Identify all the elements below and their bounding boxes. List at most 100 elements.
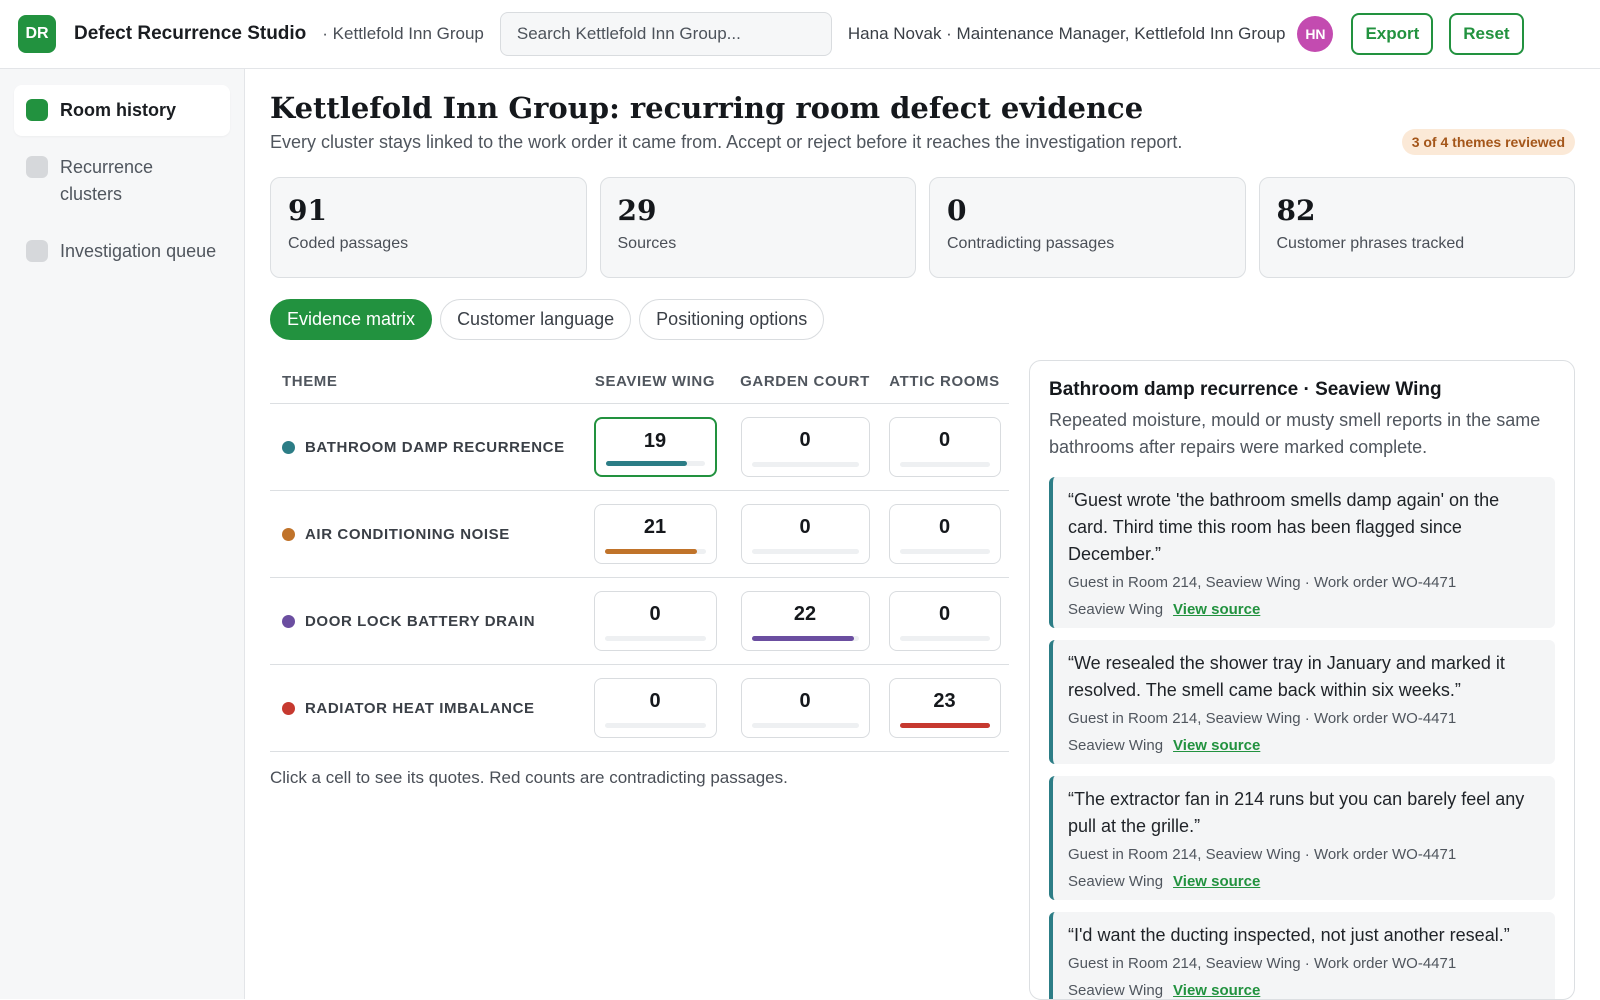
cell-count: 0	[799, 429, 811, 451]
matrix-row: RADIATOR HEAT IMBALANCE 0 0 23	[270, 665, 1009, 752]
nav-square-icon	[26, 156, 48, 178]
sidebar-item-room-history[interactable]: Room history	[14, 85, 230, 136]
theme-color-dot-icon	[282, 527, 295, 541]
cell-bar-track	[604, 636, 706, 641]
cell-count: 21	[643, 516, 667, 538]
cell-bar-track	[751, 462, 859, 467]
theme-name: RADIATOR HEAT IMBALANCE	[305, 699, 535, 717]
quote-card: “I'd want the ducting inspected, not jus…	[1049, 912, 1555, 999]
tab-customer-language[interactable]: Customer language	[440, 299, 632, 340]
quote-footer: Seaview Wing View source	[1068, 873, 1539, 890]
quote-footer: Seaview Wing View source	[1068, 982, 1539, 999]
detail-title: Bathroom damp recurrence · Seaview Wing	[1049, 379, 1442, 400]
matrix-cell[interactable]: 0	[888, 504, 1001, 564]
stat-label: Contradicting passages	[947, 235, 1115, 252]
matrix-cell[interactable]: 19	[593, 417, 717, 477]
export-button[interactable]: Export	[1351, 13, 1434, 55]
matrix-cell[interactable]: 0	[593, 678, 717, 738]
view-source-link[interactable]: View source	[1173, 601, 1260, 618]
quote-text: “The extractor fan in 214 runs but you c…	[1068, 789, 1525, 836]
matrix-header-row: THEME SEAVIEW WING GARDEN COURT ATTIC RO…	[270, 360, 1009, 404]
stat-value: 91	[288, 194, 327, 227]
search-input[interactable]	[499, 12, 832, 56]
column-header-seaview-wing: SEAVIEW WING	[594, 373, 716, 390]
cell-bar-track	[751, 636, 859, 641]
matrix-cell[interactable]: 22	[740, 591, 870, 651]
cell-bar-track	[605, 461, 705, 466]
stat-label: Coded passages	[288, 235, 409, 252]
top-bar: DR Defect Recurrence Studio · Kettlefold…	[0, 0, 1600, 69]
matrix-cell[interactable]: 0	[888, 417, 1001, 477]
theme-name: BATHROOM DAMP RECURRENCE	[305, 438, 565, 456]
nav-square-icon	[26, 99, 48, 121]
stat-card-contradicting-passages: 0 Contradicting passages	[929, 177, 1246, 278]
matrix-cell[interactable]: 23	[888, 678, 1001, 738]
theme-label: RADIATOR HEAT IMBALANCE	[270, 700, 580, 717]
cell-count: 0	[938, 516, 951, 538]
matrix-row: DOOR LOCK BATTERY DRAIN 0 22 0	[270, 578, 1009, 665]
view-source-link[interactable]: View source	[1173, 873, 1260, 890]
avatar[interactable]: HN	[1297, 16, 1334, 52]
quote-location: Seaview Wing	[1068, 737, 1164, 754]
sidebar-item-label: Recurrence clusters	[60, 157, 154, 204]
theme-color-dot-icon	[282, 440, 295, 454]
matrix-row: AIR CONDITIONING NOISE 21 0 0	[270, 491, 1009, 578]
matrix-cell[interactable]: 0	[740, 417, 870, 477]
main-content: Kettlefold Inn Group: recurring room def…	[270, 69, 1575, 1000]
detail-description: Repeated moisture, mould or musty smell …	[1049, 410, 1541, 457]
cell-count: 23	[933, 690, 956, 712]
matrix-cell[interactable]: 21	[593, 504, 717, 564]
cell-count: 0	[938, 429, 951, 451]
quote-card: “The extractor fan in 214 runs but you c…	[1049, 776, 1555, 900]
quote-detail-panel: Bathroom damp recurrence · Seaview Wing …	[1029, 360, 1575, 1000]
stats-row: 91 Coded passages 29 Sources 0 Contradic…	[270, 177, 1575, 278]
view-source-link[interactable]: View source	[1173, 982, 1260, 999]
theme-label: DOOR LOCK BATTERY DRAIN	[270, 613, 580, 630]
stat-card-coded-passages: 91 Coded passages	[270, 177, 587, 278]
theme-name: AIR CONDITIONING NOISE	[305, 525, 510, 543]
page-title: Kettlefold Inn Group: recurring room def…	[270, 91, 1144, 125]
evidence-matrix: THEME SEAVIEW WING GARDEN COURT ATTIC RO…	[270, 360, 1009, 788]
view-tabs: Evidence matrix Customer language Positi…	[270, 299, 1575, 340]
cell-bar-fill	[605, 461, 688, 466]
column-header-attic-rooms: ATTIC ROOMS	[889, 373, 1000, 390]
tab-evidence-matrix[interactable]: Evidence matrix	[270, 299, 433, 340]
theme-label: BATHROOM DAMP RECURRENCE	[270, 439, 580, 456]
cell-bar-track	[899, 549, 990, 554]
matrix-hint: Click a cell to see its quotes. Red coun…	[270, 768, 788, 787]
stat-value: 82	[1276, 194, 1316, 227]
cell-count: 0	[799, 690, 811, 712]
sidebar-item-investigation-queue[interactable]: Investigation queue	[14, 226, 230, 277]
org-breadcrumb[interactable]: · Kettlefold Inn Group	[322, 24, 484, 44]
page-subtitle: Every cluster stays linked to the work o…	[270, 131, 1183, 152]
cell-bar-fill	[751, 636, 854, 641]
stat-label: Customer phrases tracked	[1276, 235, 1465, 252]
matrix-cell[interactable]: 0	[593, 591, 717, 651]
app-title: Defect Recurrence Studio	[74, 23, 307, 44]
matrix-cell[interactable]: 0	[740, 678, 870, 738]
quote-footer: Seaview Wing View source	[1068, 601, 1539, 618]
reset-button[interactable]: Reset	[1449, 13, 1524, 55]
cell-bar-track	[899, 723, 990, 728]
cell-bar-track	[604, 549, 706, 554]
tab-positioning-options[interactable]: Positioning options	[639, 299, 825, 340]
quote-text: “I'd want the ducting inspected, not jus…	[1068, 925, 1510, 945]
column-header-theme: THEME	[282, 373, 338, 390]
quote-card: “We resealed the shower tray in January …	[1049, 640, 1555, 764]
sidebar-item-label: Investigation queue	[60, 241, 217, 261]
sidebar-item-recurrence-clusters[interactable]: Recurrence clusters	[14, 142, 230, 220]
stat-value: 0	[947, 194, 967, 227]
matrix-row: BATHROOM DAMP RECURRENCE 19 0 0	[270, 404, 1009, 491]
view-source-link[interactable]: View source	[1173, 737, 1260, 754]
nav-square-icon	[26, 240, 48, 262]
stat-card-sources: 29 Sources	[599, 177, 916, 278]
cell-bar-track	[751, 549, 859, 554]
quote-text: “Guest wrote 'the bathroom smells damp a…	[1068, 490, 1500, 564]
quote-text: “We resealed the shower tray in January …	[1068, 653, 1505, 700]
matrix-cell[interactable]: 0	[740, 504, 870, 564]
quote-source: Guest in Room 214, Seaview Wing · Work o…	[1068, 955, 1457, 972]
matrix-cell[interactable]: 0	[888, 591, 1001, 651]
theme-label: AIR CONDITIONING NOISE	[270, 526, 580, 543]
cell-bar-track	[899, 636, 990, 641]
user-info: Hana Novak · Maintenance Manager, Kettle…	[847, 24, 1286, 43]
